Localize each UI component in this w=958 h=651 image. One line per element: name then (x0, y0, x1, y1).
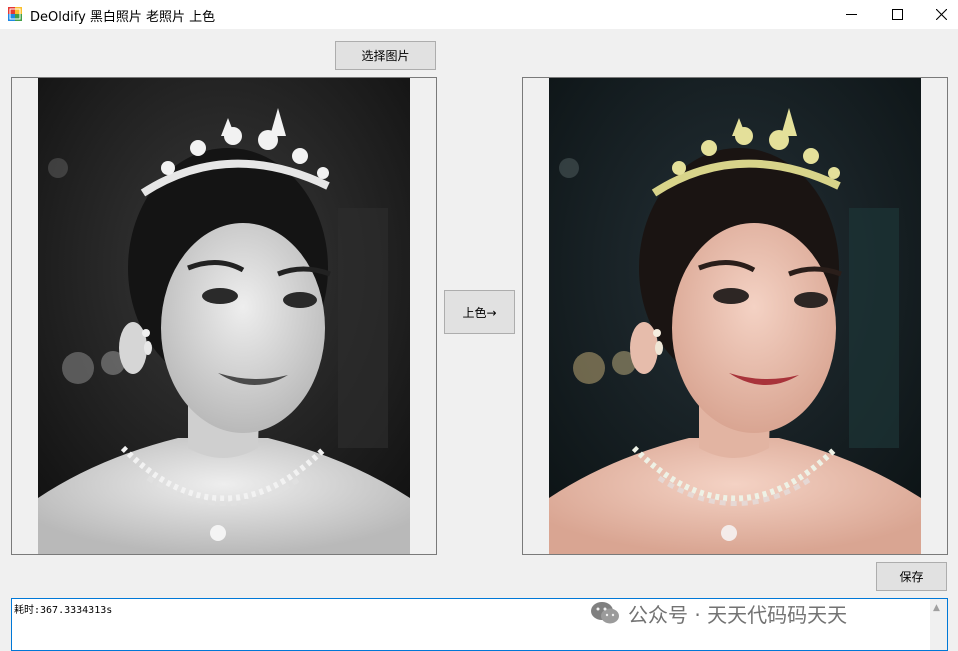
elapsed-time-text: 耗时:367.3334313s (14, 605, 113, 616)
title-bar: DeOldify 黑白照片 老照片 上色 (0, 0, 958, 29)
save-button[interactable]: 保存 (876, 562, 947, 591)
chevron-up-icon[interactable]: ▲ (933, 603, 940, 613)
colorize-button[interactable]: 上色→ (444, 290, 515, 334)
window-title: DeOldify 黑白照片 老照片 上色 (30, 10, 216, 25)
close-button[interactable] (918, 0, 958, 29)
wechat-icon (591, 602, 619, 624)
result-image-box (522, 77, 948, 555)
log-scrollbar[interactable]: ▲ (930, 599, 947, 650)
result-photo (549, 78, 921, 554)
select-image-button[interactable]: 选择图片 (335, 41, 436, 70)
app-window: DeOldify 黑白照片 老照片 上色 选择图片 上色→ 保存 耗时:367.… (0, 0, 958, 651)
watermark: 公众号 · 天天代码码天天 (590, 598, 847, 628)
close-icon (935, 9, 947, 20)
watermark-text: 公众号 · 天天代码码天天 (628, 602, 848, 627)
app-icon (8, 7, 22, 21)
minimize-icon (845, 14, 857, 15)
source-image-box (11, 77, 437, 555)
maximize-button[interactable] (874, 0, 920, 29)
minimize-button[interactable] (828, 0, 874, 29)
source-photo (38, 78, 410, 554)
maximize-icon (891, 9, 903, 20)
